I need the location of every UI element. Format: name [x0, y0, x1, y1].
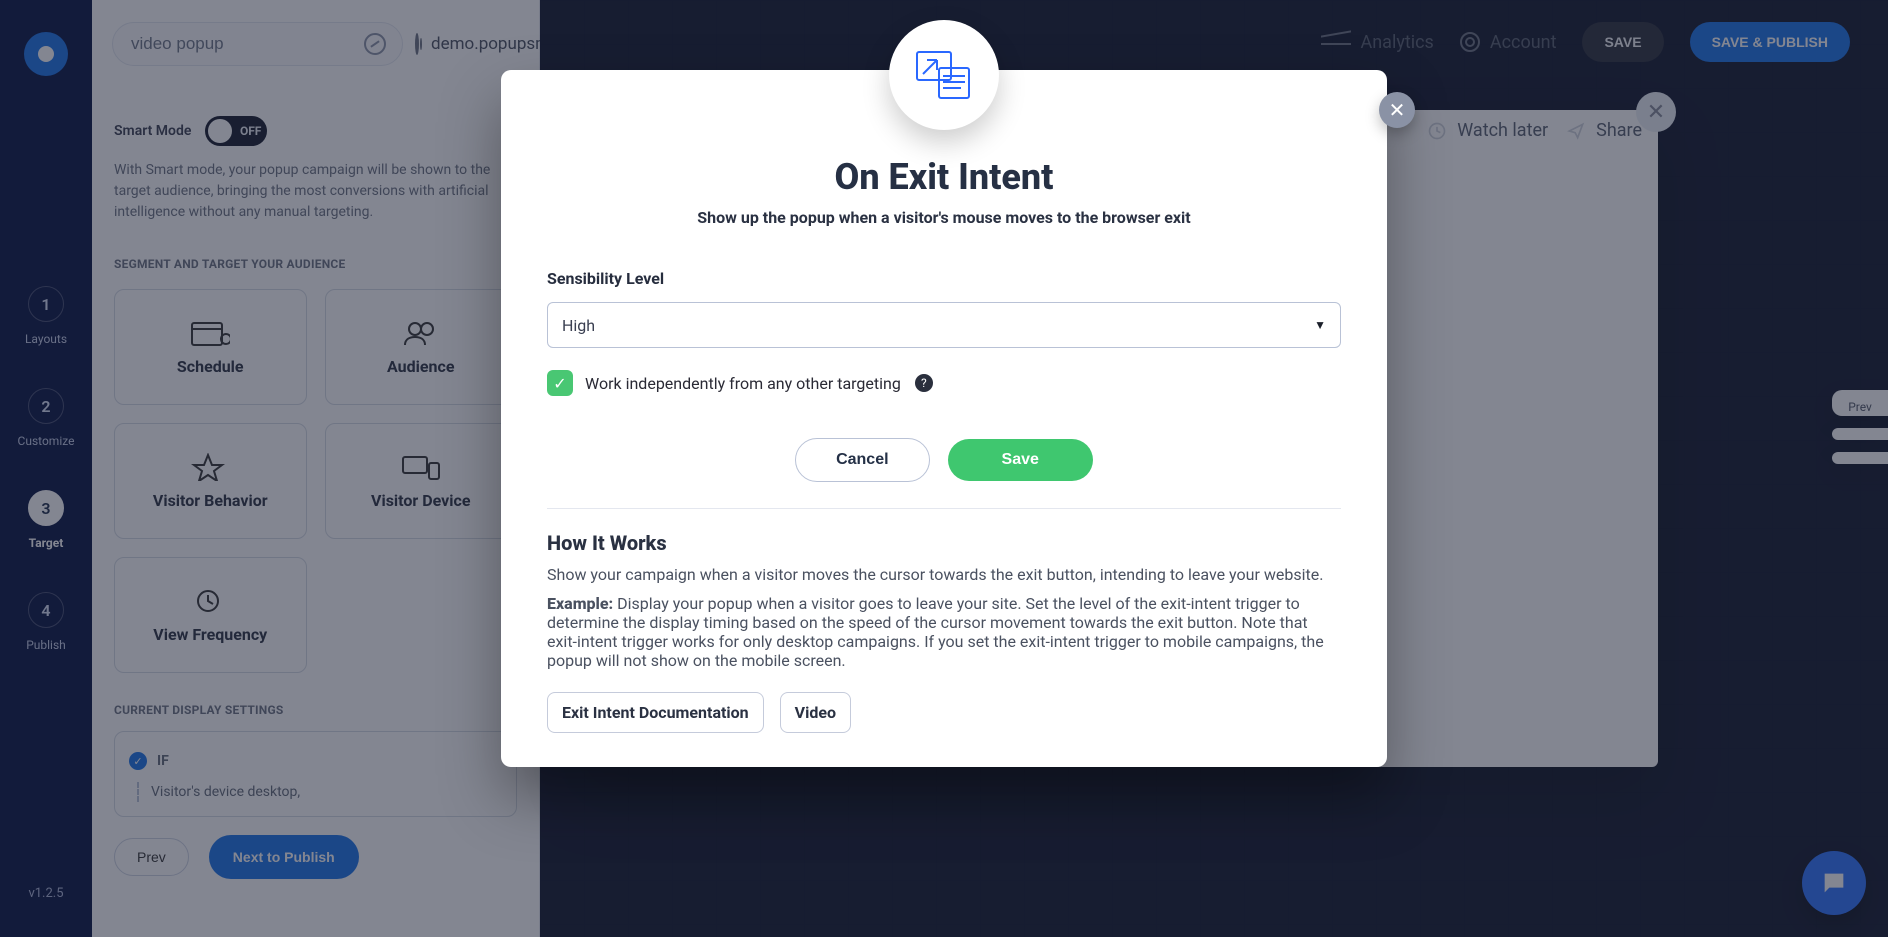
how-paragraph: Show your campaign when a visitor moves … [547, 565, 1341, 584]
independent-label: Work independently from any other target… [585, 374, 901, 393]
exit-intent-modal: ✕ On Exit Intent Show up the popup when … [501, 70, 1387, 767]
independent-row: ✓ Work independently from any other targ… [547, 370, 1341, 396]
modal-divider [547, 508, 1341, 509]
example-label: Example: [547, 594, 613, 613]
modal-title: On Exit Intent [547, 156, 1341, 198]
cancel-button[interactable]: Cancel [795, 438, 929, 482]
modal-save-button[interactable]: Save [948, 439, 1093, 481]
app-root: 1 Layouts 2 Customize 3 Target 4 Publish… [0, 0, 1888, 937]
sensibility-value: High [562, 316, 595, 335]
exit-intent-icon [913, 48, 975, 102]
sensibility-select[interactable]: High ▼ [547, 302, 1341, 348]
independent-checkbox[interactable]: ✓ [547, 370, 573, 396]
how-title: How It Works [547, 531, 1341, 555]
exit-intent-badge [889, 20, 999, 130]
close-icon: ✕ [1389, 98, 1406, 122]
example-paragraph: Example: Display your popup when a visit… [547, 594, 1341, 670]
sensibility-label: Sensibility Level [547, 269, 1341, 288]
modal-actions: Cancel Save [547, 438, 1341, 482]
exit-intent-documentation-link[interactable]: Exit Intent Documentation [547, 692, 764, 733]
example-text: Display your popup when a visitor goes t… [547, 594, 1324, 670]
help-icon[interactable]: ? [915, 374, 933, 392]
modal-close-button[interactable]: ✕ [1379, 92, 1415, 128]
chevron-down-icon: ▼ [1314, 318, 1326, 332]
modal-subtitle: Show up the popup when a visitor's mouse… [547, 208, 1341, 227]
exit-intent-video-link[interactable]: Video [780, 692, 851, 733]
